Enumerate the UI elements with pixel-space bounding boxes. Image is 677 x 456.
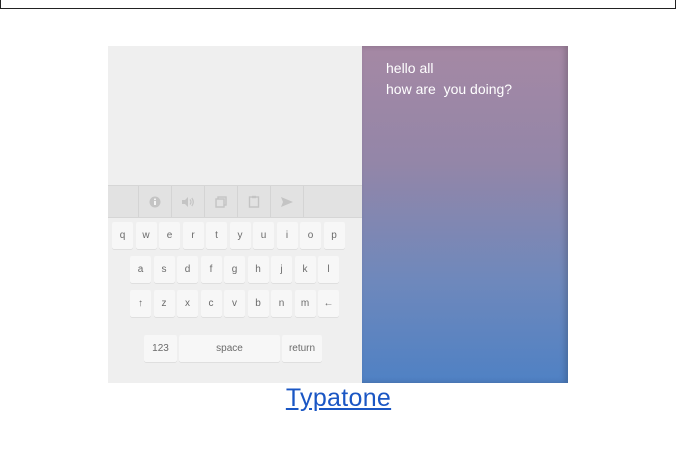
keyboard-toolbar bbox=[108, 185, 362, 218]
toolbar-spacer bbox=[303, 186, 334, 217]
key-z[interactable]: z bbox=[153, 290, 175, 317]
key-y[interactable]: y bbox=[229, 222, 251, 249]
key-shift[interactable]: ↑ bbox=[130, 290, 151, 317]
key-w[interactable]: w bbox=[135, 222, 157, 249]
key-v[interactable]: v bbox=[224, 290, 245, 317]
typatone-link[interactable]: Typatone bbox=[0, 384, 677, 413]
key-d[interactable]: d bbox=[177, 256, 198, 283]
send-icon[interactable] bbox=[270, 186, 303, 217]
key-123[interactable]: 123 bbox=[144, 335, 177, 362]
key-s[interactable]: s bbox=[153, 256, 175, 283]
key-n[interactable]: n bbox=[271, 290, 292, 317]
key-g[interactable]: g bbox=[224, 256, 245, 283]
app-screenshot: hello all how are you doing? qwertyuiop a… bbox=[108, 46, 568, 383]
key-m[interactable]: m bbox=[294, 290, 316, 317]
clipboard-icon[interactable] bbox=[237, 186, 270, 217]
key-e[interactable]: e bbox=[159, 222, 180, 249]
info-icon[interactable] bbox=[138, 186, 171, 217]
key-b[interactable]: b bbox=[247, 290, 269, 317]
message-line-1: hello all bbox=[386, 60, 434, 76]
key-o[interactable]: o bbox=[300, 222, 321, 249]
key-t[interactable]: t bbox=[206, 222, 227, 249]
key-u[interactable]: u bbox=[253, 222, 274, 249]
key-backspace[interactable]: ← bbox=[318, 290, 339, 317]
key-return[interactable]: return bbox=[282, 335, 322, 362]
message-text: hello all how are you doing? bbox=[386, 58, 512, 100]
key-p[interactable]: p bbox=[323, 222, 345, 249]
key-h[interactable]: h bbox=[247, 256, 269, 283]
key-space[interactable]: space bbox=[179, 335, 280, 362]
key-a[interactable]: a bbox=[130, 256, 151, 283]
key-l[interactable]: l bbox=[318, 256, 339, 283]
message-line-2: how are you doing? bbox=[386, 81, 513, 97]
key-i[interactable]: i bbox=[276, 222, 298, 249]
key-r[interactable]: r bbox=[182, 222, 204, 249]
key-j[interactable]: j bbox=[271, 256, 292, 283]
speaker-icon[interactable] bbox=[171, 186, 204, 217]
copy-icon[interactable] bbox=[204, 186, 237, 217]
key-c[interactable]: c bbox=[200, 290, 222, 317]
key-f[interactable]: f bbox=[200, 256, 222, 283]
key-q[interactable]: q bbox=[112, 222, 133, 249]
key-k[interactable]: k bbox=[294, 256, 316, 283]
key-x[interactable]: x bbox=[177, 290, 198, 317]
top-border bbox=[0, 0, 676, 9]
